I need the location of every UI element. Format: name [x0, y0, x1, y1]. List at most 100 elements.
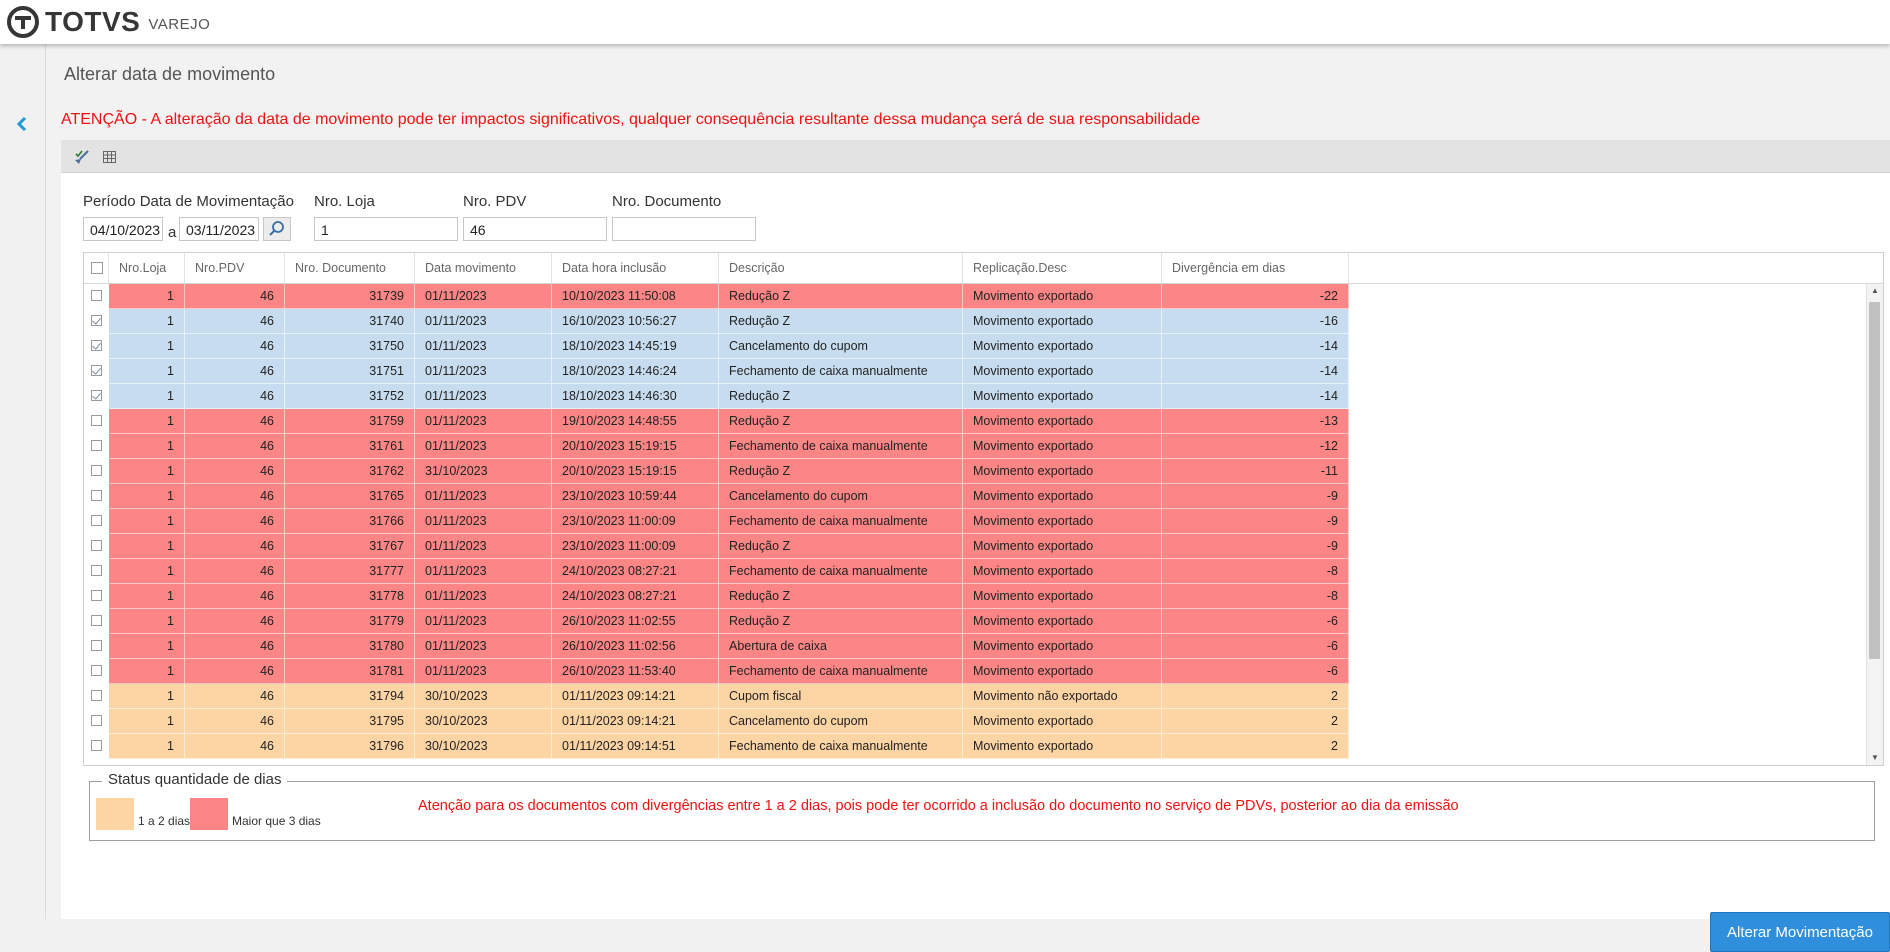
row-checkbox[interactable]	[91, 565, 102, 576]
cell-doc: 31765	[285, 484, 415, 509]
table-row[interactable]: 1 46 31750 01/11/2023 18/10/2023 14:45:19 Can…	[84, 334, 1851, 359]
table-row[interactable]: 1 46 31740 01/11/2023 16/10/2023 10:56:27 Red…	[84, 309, 1851, 334]
row-checkbox[interactable]	[91, 290, 102, 301]
table-row[interactable]: 1 46 31765 01/11/2023 23/10/2023 10:59:44 Can…	[84, 484, 1851, 509]
table-row[interactable]: 1 46 31796 30/10/2023 01/11/2023 09:14:51 Fec…	[84, 734, 1851, 759]
cell-inclusao: 23/10/2023 11:00:09	[552, 534, 719, 559]
content-panel: Período Data de Movimentação 04/10/2023 …	[61, 140, 1890, 952]
brand-name: TOTVS	[45, 6, 141, 37]
row-checkbox[interactable]	[91, 415, 102, 426]
cell-desc: Redução Z	[719, 284, 963, 309]
swatch-1-2-dias	[96, 798, 134, 830]
cell-loja: 1	[109, 659, 185, 684]
cell-inclusao: 26/10/2023 11:02:56	[552, 634, 719, 659]
row-checkbox[interactable]	[91, 340, 102, 351]
documento-input[interactable]	[612, 217, 756, 241]
cell-inclusao: 20/10/2023 15:19:15	[552, 459, 719, 484]
data-inicio-input[interactable]: 04/10/2023	[83, 217, 163, 241]
row-checkbox[interactable]	[91, 440, 102, 451]
back-arrow-icon[interactable]	[12, 112, 32, 136]
cell-div: -14	[1162, 384, 1349, 409]
column-header-repl[interactable]: Replicação.Desc	[963, 253, 1162, 283]
table-row[interactable]: 1 46 31752 01/11/2023 18/10/2023 14:46:30 Red…	[84, 384, 1851, 409]
data-fim-input[interactable]: 03/11/2023	[179, 217, 259, 241]
table-row[interactable]: 1 46 31762 31/10/2023 20/10/2023 15:19:15 Red…	[84, 459, 1851, 484]
column-header-desc[interactable]: Descrição	[719, 253, 963, 283]
cell-loja: 1	[109, 709, 185, 734]
table-row[interactable]: 1 46 31766 01/11/2023 23/10/2023 11:00:09 Fec…	[84, 509, 1851, 534]
select-all-cell	[84, 253, 109, 283]
scroll-up-icon[interactable]: ▲	[1870, 286, 1880, 296]
table-row[interactable]: 1 46 31779 01/11/2023 26/10/2023 11:02:55 Red…	[84, 609, 1851, 634]
select-all-checkbox[interactable]	[91, 262, 103, 274]
warning-message: ATENÇÃO - A alteração da data de movimen…	[61, 111, 1201, 128]
cell-inclusao: 18/10/2023 14:46:24	[552, 359, 719, 384]
row-checkbox[interactable]	[91, 315, 102, 326]
alterar-movimentacao-button[interactable]: Alterar Movimentação	[1710, 912, 1890, 952]
row-checkbox[interactable]	[91, 715, 102, 726]
cell-repl: Movimento exportado	[963, 609, 1162, 634]
column-header-pdv[interactable]: Nro.PDV	[185, 253, 285, 283]
table-row[interactable]: 1 46 31777 01/11/2023 24/10/2023 08:27:21 Fec…	[84, 559, 1851, 584]
row-checkbox[interactable]	[91, 490, 102, 501]
column-header-doc[interactable]: Nro. Documento	[285, 253, 415, 283]
clear-brush-icon[interactable]	[73, 148, 91, 166]
table-row[interactable]: 1 46 31759 01/11/2023 19/10/2023 14:48:55 Red…	[84, 409, 1851, 434]
cell-data: 01/11/2023	[415, 534, 552, 559]
cell-repl: Movimento exportado	[963, 409, 1162, 434]
row-select-cell	[84, 659, 109, 684]
cell-doc: 31739	[285, 284, 415, 309]
cell-div: -12	[1162, 434, 1349, 459]
column-header-loja[interactable]: Nro.Loja	[109, 253, 185, 283]
scroll-down-icon[interactable]: ▼	[1870, 753, 1880, 763]
row-checkbox[interactable]	[91, 665, 102, 676]
cell-doc: 31759	[285, 409, 415, 434]
table-row[interactable]: 1 46 31781 01/11/2023 26/10/2023 11:53:40 Fec…	[84, 659, 1851, 684]
pdv-input[interactable]: 46	[463, 217, 607, 241]
table-row[interactable]: 1 46 31780 01/11/2023 26/10/2023 11:02:56 Abe…	[84, 634, 1851, 659]
row-checkbox[interactable]	[91, 690, 102, 701]
row-checkbox[interactable]	[91, 540, 102, 551]
scroll-thumb[interactable]	[1869, 302, 1880, 659]
row-checkbox[interactable]	[91, 390, 102, 401]
cell-pdv: 46	[185, 409, 285, 434]
grid-columns-icon[interactable]	[101, 148, 119, 166]
table-row[interactable]: 1 46 31761 01/11/2023 20/10/2023 15:19:15 Fec…	[84, 434, 1851, 459]
cell-data: 01/11/2023	[415, 359, 552, 384]
cell-desc: Redução Z	[719, 584, 963, 609]
table-row[interactable]: 1 46 31795 30/10/2023 01/11/2023 09:14:21 Can…	[84, 709, 1851, 734]
main-content: Alterar data de movimento ATENÇÃO - A al…	[46, 44, 1890, 952]
row-checkbox[interactable]	[91, 740, 102, 751]
cell-inclusao: 18/10/2023 14:46:30	[552, 384, 719, 409]
row-checkbox[interactable]	[91, 615, 102, 626]
cell-pdv: 46	[185, 559, 285, 584]
cell-inclusao: 18/10/2023 14:45:19	[552, 334, 719, 359]
cell-data: 01/11/2023	[415, 584, 552, 609]
table-row[interactable]: 1 46 31778 01/11/2023 24/10/2023 08:27:21 Red…	[84, 584, 1851, 609]
cell-loja: 1	[109, 484, 185, 509]
cell-pdv: 46	[185, 609, 285, 634]
table-row[interactable]: 1 46 31751 01/11/2023 18/10/2023 14:46:24 Fec…	[84, 359, 1851, 384]
cell-data: 30/10/2023	[415, 734, 552, 759]
column-header-inclusao[interactable]: Data hora inclusão	[552, 253, 719, 283]
cell-pdv: 46	[185, 709, 285, 734]
column-header-data[interactable]: Data movimento	[415, 253, 552, 283]
row-checkbox[interactable]	[91, 590, 102, 601]
table-row[interactable]: 1 46 31767 01/11/2023 23/10/2023 11:00:09 Red…	[84, 534, 1851, 559]
table-row[interactable]: 1 46 31794 30/10/2023 01/11/2023 09:14:21 Cup…	[84, 684, 1851, 709]
cell-inclusao: 01/11/2023 09:14:21	[552, 709, 719, 734]
cell-desc: Redução Z	[719, 534, 963, 559]
vertical-scrollbar[interactable]: ▲ ▼	[1866, 284, 1883, 765]
grid-header: Nro.Loja Nro.PDV Nro. Documento Data movime…	[84, 253, 1883, 284]
cell-div: -22	[1162, 284, 1349, 309]
search-button[interactable]	[263, 217, 291, 241]
row-checkbox[interactable]	[91, 515, 102, 526]
status-legend: Status quantidade de dias 1 a 2 dias Mai…	[89, 771, 1875, 841]
loja-input[interactable]: 1	[314, 217, 458, 241]
column-header-div[interactable]: Divergência em dias	[1162, 253, 1349, 283]
row-checkbox[interactable]	[91, 365, 102, 376]
cell-data: 31/10/2023	[415, 459, 552, 484]
table-row[interactable]: 1 46 31739 01/11/2023 10/10/2023 11:50:08 Red…	[84, 284, 1851, 309]
row-checkbox[interactable]	[91, 640, 102, 651]
row-checkbox[interactable]	[91, 465, 102, 476]
